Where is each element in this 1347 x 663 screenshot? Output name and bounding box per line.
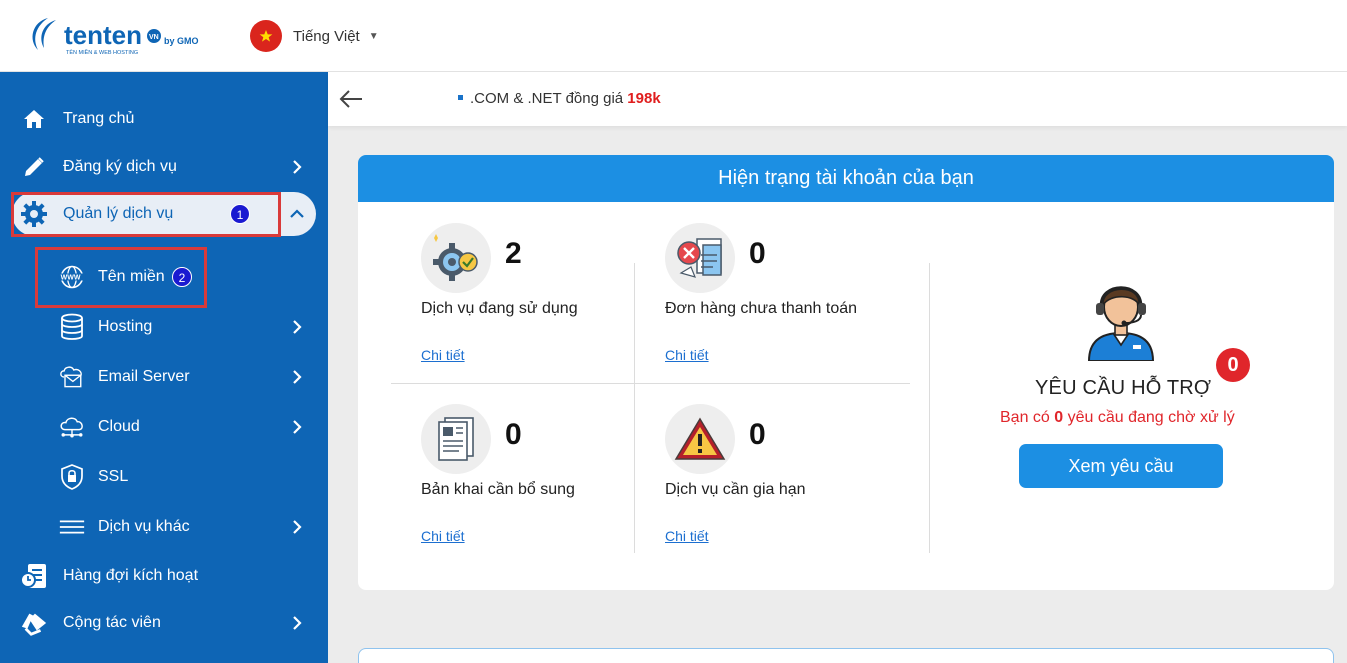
back-arrow-icon[interactable] (338, 85, 364, 113)
svg-text:WWW: WWW (61, 275, 81, 282)
stat-label: Bản khai cần bổ sung (421, 481, 575, 498)
queue-clock-icon (20, 562, 48, 590)
support-sub-count: 0 (1054, 409, 1064, 426)
account-status-card: Hiện trạng tài khoản của bạn 2 Dịch vụ đ… (358, 155, 1334, 590)
sidebar-item-hosting[interactable]: Hosting (0, 305, 328, 349)
stat-count: 2 (505, 237, 522, 270)
chevron-right-icon (288, 418, 306, 436)
menu-lines-icon (58, 513, 86, 541)
stat-services-renewal: 0 Dịch vụ cần gia hạn Chi tiết (665, 404, 905, 564)
pencil-icon (20, 153, 48, 181)
caret-down-icon: ▼ (368, 30, 379, 42)
support-title: YÊU CẦU HỖ TRỢ (1035, 377, 1212, 399)
sidebar-item-activation-queue[interactable]: Hàng đợi kích hoạt (0, 554, 328, 598)
divider (391, 383, 910, 384)
divider (929, 263, 930, 553)
sidebar-item-label: Cloud (98, 418, 140, 435)
stat-count: 0 (749, 237, 766, 270)
stat-count: 0 (505, 418, 522, 451)
sidebar-item-label: Quản lý dịch vụ (63, 205, 174, 222)
vietnam-flag-icon (250, 20, 282, 52)
step-badge: 2 (172, 267, 192, 287)
handshake-icon (20, 609, 48, 637)
svg-text:TÊN MIỀN & WEB HOSTING: TÊN MIỀN & WEB HOSTING (66, 48, 138, 56)
sidebar-item-label: Email Server (98, 368, 190, 385)
language-label: Tiếng Việt (293, 27, 360, 45)
database-icon (58, 313, 86, 341)
chevron-up-icon (288, 205, 306, 223)
details-link[interactable]: Chi tiết (421, 528, 465, 544)
chevron-right-icon (288, 318, 306, 336)
sidebar-item-cloud[interactable]: Cloud (0, 405, 328, 449)
tenten-logo[interactable]: tenten VN by GMO TÊN MIỀN & WEB HOSTING (26, 14, 206, 58)
stat-label: Dịch vụ cần gia hạn (665, 481, 806, 498)
chevron-right-icon (288, 158, 306, 176)
details-link[interactable]: Chi tiết (665, 347, 709, 363)
shield-lock-icon (58, 463, 86, 491)
sidebar-item-label: Cộng tác viên (63, 614, 161, 631)
support-sub-prefix: Bạn có (1000, 409, 1050, 426)
top-header: tenten VN by GMO TÊN MIỀN & WEB HOSTING … (0, 0, 1347, 72)
gear-icon (20, 200, 48, 228)
svg-text:VN: VN (149, 34, 159, 41)
stat-services-in-use: 2 Dịch vụ đang sử dụng Chi tiết (421, 223, 661, 383)
step-badge: 1 (230, 204, 250, 224)
support-pending-text: Bạn có 0 yêu cầu đang chờ xử lý (1000, 409, 1235, 427)
svg-text:tenten: tenten (64, 20, 142, 50)
stat-label: Dịch vụ đang sử dụng (421, 300, 578, 317)
notice-bar: .COM & .NET đồng giá 198k (328, 72, 1347, 126)
sidebar-item-label: Dịch vụ khác (98, 518, 190, 535)
details-link[interactable]: Chi tiết (665, 528, 709, 544)
svg-text:by GMO: by GMO (164, 36, 199, 46)
sidebar-item-label: Hosting (98, 318, 153, 335)
sidebar-item-label: Đăng ký dịch vụ (63, 158, 177, 175)
stat-declarations-pending: 0 Bản khai cần bổ sung Chi tiết (421, 404, 661, 564)
sidebar-item-label: Tên miền (98, 268, 165, 285)
gear-check-icon (421, 223, 491, 293)
bullet-icon (458, 94, 463, 100)
view-requests-button[interactable]: Xem yêu cầu (1019, 444, 1223, 488)
sidebar: Trang chủ Đăng ký dịch vụ Quản lý dịch v… (0, 72, 328, 663)
stat-count: 0 (749, 418, 766, 451)
home-icon (20, 105, 48, 133)
cloud-icon (58, 413, 86, 441)
document-icon (421, 404, 491, 474)
language-selector[interactable]: Tiếng Việt ▼ (250, 20, 379, 52)
details-link[interactable]: Chi tiết (421, 347, 465, 363)
sidebar-item-register-service[interactable]: Đăng ký dịch vụ (0, 145, 328, 189)
promo-text: .COM & .NET đồng giá (470, 90, 624, 107)
chevron-right-icon (288, 518, 306, 536)
sidebar-item-ssl[interactable]: SSL (0, 455, 328, 499)
sidebar-item-label: SSL (98, 468, 129, 485)
chevron-right-icon (288, 368, 306, 386)
invoice-error-icon (665, 223, 735, 293)
secondary-card (358, 648, 1334, 663)
www-globe-icon: WWW (58, 263, 86, 291)
sidebar-item-affiliate[interactable]: Cộng tác viên (0, 601, 328, 645)
sidebar-item-email-server[interactable]: Email Server (0, 355, 328, 399)
stat-unpaid-orders: 0 Đơn hàng chưa thanh toán Chi tiết (665, 223, 905, 383)
support-agent-icon (1083, 275, 1159, 362)
stat-label: Đơn hàng chưa thanh toán (665, 300, 858, 317)
sidebar-item-home[interactable]: Trang chủ (0, 97, 328, 141)
warning-icon (665, 404, 735, 474)
promo-notice[interactable]: .COM & .NET đồng giá 198k (458, 72, 661, 126)
chevron-right-icon (288, 614, 306, 632)
sidebar-item-domain[interactable]: WWW Tên miền 2 (0, 255, 328, 299)
promo-price: 198k (627, 90, 661, 107)
card-title: Hiện trạng tài khoản của bạn (358, 155, 1334, 202)
support-sub-suffix: yêu cầu đang chờ xử lý (1067, 409, 1235, 426)
sidebar-item-label: Hàng đợi kích hoạt (63, 567, 199, 584)
sidebar-item-label: Trang chủ (63, 110, 135, 127)
sidebar-item-manage-service[interactable]: Quản lý dịch vụ 1 (12, 192, 316, 236)
sidebar-item-other-services[interactable]: Dịch vụ khác (0, 505, 328, 549)
support-count-badge: 0 (1216, 348, 1250, 382)
email-cloud-icon (58, 363, 86, 391)
